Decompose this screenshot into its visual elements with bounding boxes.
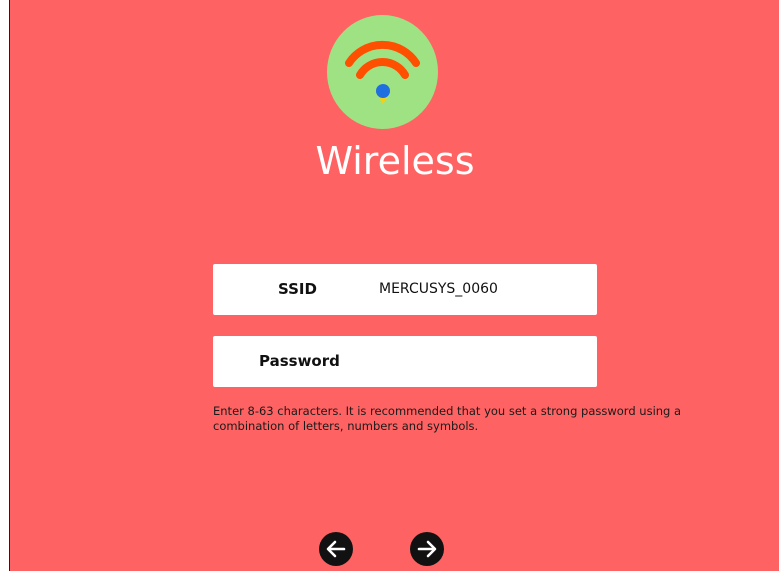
- password-field[interactable]: Password: [213, 336, 597, 387]
- back-button[interactable]: [319, 532, 353, 566]
- arrow-right-icon: [417, 540, 437, 558]
- ssid-field[interactable]: SSID: [213, 264, 597, 315]
- wifi-logo: [327, 15, 438, 129]
- wifi-icon: [345, 40, 420, 104]
- ssid-label: SSID: [278, 280, 317, 298]
- next-button[interactable]: [410, 532, 444, 566]
- wizard-panel: Wireless SSID Password Enter 8-63 charac…: [9, 0, 779, 571]
- password-label: Password: [259, 352, 340, 370]
- arrow-left-icon: [326, 540, 346, 558]
- page-title: Wireless: [315, 139, 475, 183]
- password-input[interactable]: [363, 336, 583, 387]
- password-hint: Enter 8-63 characters. It is recommended…: [213, 404, 682, 433]
- ssid-input[interactable]: [379, 264, 579, 315]
